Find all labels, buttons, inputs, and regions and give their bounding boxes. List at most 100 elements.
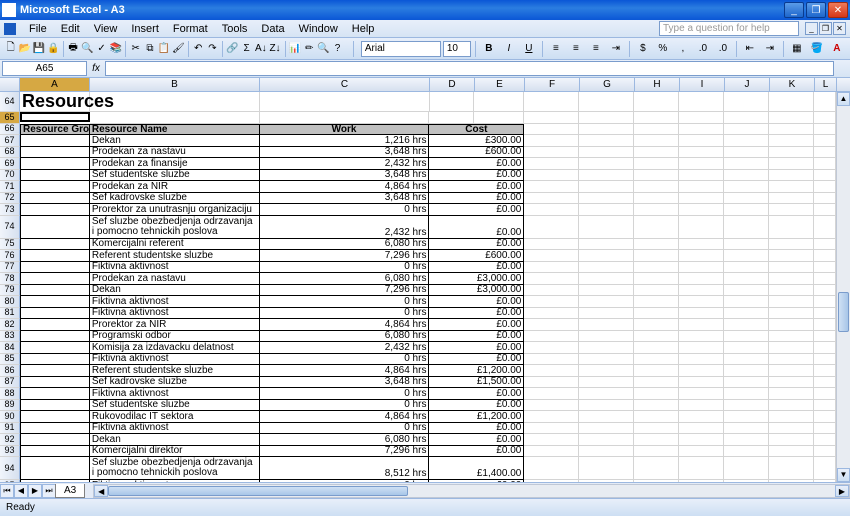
cell-blank[interactable]: [579, 181, 634, 193]
cell-blank[interactable]: [474, 112, 524, 124]
cell-blank[interactable]: [634, 112, 679, 124]
cell-cost[interactable]: £0.00: [429, 296, 524, 308]
cell-cost[interactable]: £1,400.00: [429, 457, 524, 480]
col-header-E[interactable]: E: [475, 78, 525, 91]
hscroll-thumb[interactable]: [108, 486, 408, 496]
workbook-icon[interactable]: [4, 23, 16, 35]
cell-group[interactable]: [20, 377, 90, 389]
cell-blank[interactable]: [769, 308, 814, 320]
cell-resource-name[interactable]: Komercijalni direktor: [90, 446, 260, 458]
bold-button[interactable]: B: [480, 40, 498, 58]
header-work[interactable]: Work: [260, 124, 430, 136]
cell-blank[interactable]: [524, 377, 579, 389]
header-resource-name[interactable]: Resource Name: [90, 124, 260, 136]
row-header-76[interactable]: 76: [0, 250, 20, 262]
cell-blank[interactable]: [769, 296, 814, 308]
cell-blank[interactable]: [579, 285, 634, 297]
cell-blank[interactable]: [679, 250, 724, 262]
cell-cost[interactable]: £1,200.00: [429, 411, 524, 423]
cell-blank[interactable]: [724, 92, 769, 112]
cell-blank[interactable]: [724, 434, 769, 446]
cell-blank[interactable]: [724, 250, 769, 262]
fill-color-button[interactable]: 🪣: [808, 40, 826, 58]
doc-minimize-button[interactable]: _: [805, 22, 818, 35]
cell-work[interactable]: 3,648 hrs: [260, 193, 430, 205]
cell-blank[interactable]: [769, 158, 814, 170]
cell-blank[interactable]: [769, 331, 814, 343]
cell-blank[interactable]: [769, 434, 814, 446]
cell-work[interactable]: 7,296 hrs: [260, 285, 430, 297]
cell-resource-name[interactable]: Fiktivna aktivnost: [90, 296, 260, 308]
minimize-button[interactable]: _: [784, 2, 804, 18]
cell-blank[interactable]: [769, 250, 814, 262]
cell-blank[interactable]: [679, 158, 724, 170]
undo-button[interactable]: ↶: [192, 40, 205, 58]
row-header-77[interactable]: 77: [0, 262, 20, 274]
col-header-C[interactable]: C: [260, 78, 430, 91]
row-header-81[interactable]: 81: [0, 308, 20, 320]
cell-blank[interactable]: [634, 434, 679, 446]
help-button[interactable]: ?: [331, 40, 344, 58]
cell-resource-name[interactable]: Prorektor za unutrasnju organizaciju: [90, 204, 260, 216]
cell-cost[interactable]: £3,000.00: [429, 285, 524, 297]
cell-blank[interactable]: [814, 377, 836, 389]
cell-work[interactable]: 4,864 hrs: [260, 365, 430, 377]
cell-blank[interactable]: [524, 147, 579, 159]
cell-resource-name[interactable]: Prorektor za NIR: [90, 319, 260, 331]
cell-blank[interactable]: [524, 423, 579, 435]
cell-blank[interactable]: [814, 158, 836, 170]
cell-group[interactable]: [20, 239, 90, 251]
cell-blank[interactable]: [814, 446, 836, 458]
cell-blank[interactable]: [524, 273, 579, 285]
print-button[interactable]: 🖶: [67, 40, 80, 58]
menu-tools[interactable]: Tools: [215, 22, 255, 36]
cell-group[interactable]: [20, 400, 90, 412]
row-header-69[interactable]: 69: [0, 158, 20, 170]
spelling-button[interactable]: ✓: [95, 40, 108, 58]
row-header-82[interactable]: 82: [0, 319, 20, 331]
cell-group[interactable]: [20, 250, 90, 262]
cell-blank[interactable]: [524, 285, 579, 297]
cell-blank[interactable]: [524, 388, 579, 400]
cell-blank[interactable]: [769, 285, 814, 297]
cell-resource-name[interactable]: Dekan: [90, 285, 260, 297]
italic-button[interactable]: I: [500, 40, 518, 58]
vscroll-thumb[interactable]: [838, 292, 849, 332]
cell-resource-name[interactable]: Fiktivna aktivnost: [90, 423, 260, 435]
cell-blank[interactable]: [634, 193, 679, 205]
cell-blank[interactable]: [814, 331, 836, 343]
cell-blank[interactable]: [814, 262, 836, 274]
cell-blank[interactable]: [634, 204, 679, 216]
font-name-select[interactable]: Arial: [361, 41, 441, 57]
cell-blank[interactable]: [769, 457, 814, 480]
permission-button[interactable]: 🔒: [47, 40, 60, 58]
cell-cost[interactable]: £0.00: [429, 158, 524, 170]
cell-blank[interactable]: [724, 354, 769, 366]
cell-blank[interactable]: [724, 135, 769, 147]
cell-blank[interactable]: [814, 170, 836, 182]
menu-data[interactable]: Data: [254, 22, 291, 36]
merge-center-button[interactable]: ⇥: [607, 40, 625, 58]
cell-cost[interactable]: £0.00: [429, 319, 524, 331]
cell-blank[interactable]: [679, 262, 724, 274]
cell-cost[interactable]: £0.00: [429, 262, 524, 274]
menu-view[interactable]: View: [87, 22, 125, 36]
cell-blank[interactable]: [524, 135, 579, 147]
cell-blank[interactable]: [724, 377, 769, 389]
cell-blank[interactable]: [579, 400, 634, 412]
name-box[interactable]: A65: [2, 61, 87, 76]
row-header-64[interactable]: 64: [0, 92, 20, 112]
comma-button[interactable]: ,: [674, 40, 692, 58]
cell-blank[interactable]: [90, 112, 260, 124]
cell-blank[interactable]: [679, 216, 724, 239]
cell-blank[interactable]: [814, 308, 836, 320]
cell-cost[interactable]: £0.00: [429, 193, 524, 205]
cell-blank[interactable]: [634, 239, 679, 251]
cell-work[interactable]: 0 hrs: [260, 262, 430, 274]
cell-blank[interactable]: [724, 181, 769, 193]
cell-blank[interactable]: [634, 411, 679, 423]
cell-work[interactable]: 0 hrs: [260, 423, 430, 435]
cell-blank[interactable]: [769, 319, 814, 331]
cell-work[interactable]: 3,648 hrs: [260, 147, 430, 159]
cell-work[interactable]: 1,216 hrs: [260, 135, 430, 147]
